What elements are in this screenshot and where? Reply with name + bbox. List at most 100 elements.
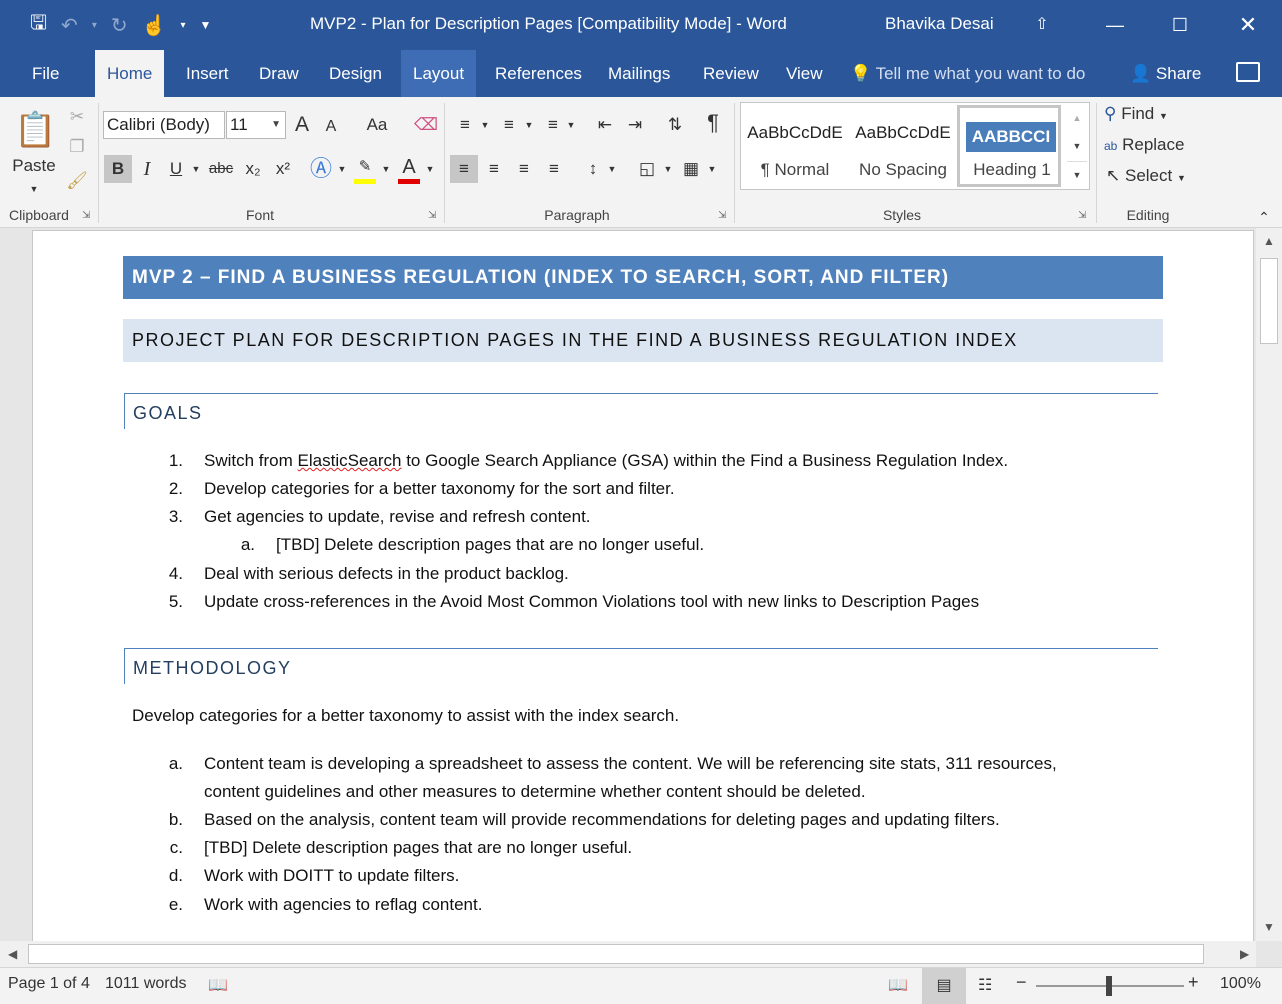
style-no-spacing[interactable]: AaBbCcDdE No Spacing [851,105,955,187]
maximize-icon[interactable]: ☐ [1160,8,1200,42]
redo-icon[interactable]: ↻ [111,13,128,38]
align-center-icon[interactable]: ≡ [481,155,507,183]
ribbon-display-options-icon[interactable]: ⇧ [1022,8,1062,42]
user-name[interactable]: Bhavika Desai [885,14,994,34]
tab-mailings[interactable]: Mailings [596,50,682,97]
document-page[interactable]: MVP 2 – FIND A BUSINESS REGULATION (INDE… [32,230,1254,941]
numbering-dropdown-icon[interactable]: ▼ [524,111,534,139]
styles-scroll-up-icon[interactable]: ▲ [1067,105,1087,131]
text-effects-icon[interactable]: Ⓐ [308,155,334,183]
superscript-button[interactable]: x² [270,155,296,183]
styles-more-icon[interactable]: ▼ [1067,161,1087,187]
scroll-right-icon[interactable]: ▶ [1240,947,1249,961]
touch-dropdown-icon[interactable]: ▾ [181,20,186,31]
align-left-icon[interactable]: ≡ [450,155,478,183]
grow-font-icon[interactable]: A [290,111,314,139]
underline-dropdown-icon[interactable]: ▼ [190,155,202,183]
shading-dropdown-icon[interactable]: ▼ [662,155,674,183]
undo-dropdown-icon[interactable]: ▾ [92,20,97,31]
multilevel-list-icon[interactable]: ≡ [540,111,566,139]
share-button[interactable]: 👤 Share [1130,50,1201,97]
touch-mode-icon[interactable]: ☝ [142,13,167,38]
paragraph-launcher-icon[interactable]: ⇲ [718,210,726,221]
replace-button[interactable]: ab Replace [1104,131,1198,159]
comments-icon[interactable] [1236,62,1260,82]
font-launcher-icon[interactable]: ⇲ [428,210,436,221]
copy-icon[interactable]: ❐ [64,133,90,161]
numbering-icon[interactable]: ≡ [496,111,522,139]
strikethrough-button[interactable]: abc [206,155,236,183]
underline-button[interactable]: U [164,155,188,183]
shading-icon[interactable]: ◱ [634,155,660,183]
line-spacing-dropdown-icon[interactable]: ▼ [606,155,618,183]
font-size-dropdown-icon[interactable]: ▼ [271,112,281,138]
tab-review[interactable]: Review [691,50,771,97]
font-size-box[interactable]: 11 ▼ [226,111,286,139]
italic-button[interactable]: I [136,155,158,183]
highlight-icon[interactable]: ✎ [352,153,378,184]
multilevel-dropdown-icon[interactable]: ▼ [566,111,576,139]
show-formatting-icon[interactable]: ¶ [700,109,726,137]
borders-dropdown-icon[interactable]: ▼ [706,155,718,183]
close-icon[interactable]: ✕ [1228,8,1268,42]
sort-icon[interactable]: ⇅ [662,111,688,139]
style-heading-1[interactable]: AABBCCI Heading 1 [957,105,1061,187]
zoom-level[interactable]: 100% [1220,975,1261,993]
zoom-slider-thumb[interactable] [1106,976,1112,996]
tab-design[interactable]: Design [317,50,394,97]
read-mode-icon[interactable]: 📖 [888,975,908,995]
paste-dropdown-icon[interactable]: ▼ [22,175,46,203]
horizontal-scroll-thumb[interactable] [28,944,1204,964]
minimize-icon[interactable]: — [1095,8,1135,42]
font-name-box[interactable]: Calibri (Body) [103,111,225,139]
decrease-indent-icon[interactable]: ⇤ [592,111,618,139]
scroll-down-icon[interactable]: ▼ [1263,920,1275,934]
tab-layout[interactable]: Layout [401,50,477,97]
find-button[interactable]: ⚲ Find ▼ [1104,100,1194,128]
page-count[interactable]: Page 1 of 4 [8,975,90,993]
save-icon[interactable]: 🖫 [30,8,47,42]
undo-icon[interactable]: ↶ [61,13,78,38]
tab-view[interactable]: View [774,50,835,97]
select-button[interactable]: ↖ Select ▼ [1106,162,1196,190]
scroll-up-icon[interactable]: ▲ [1263,234,1275,248]
line-spacing-icon[interactable]: ↕ [580,155,606,183]
clear-formatting-icon[interactable]: ⌫ [414,111,438,139]
web-layout-icon[interactable]: ☷ [978,975,992,995]
bullets-icon[interactable]: ≡ [452,111,478,139]
justify-icon[interactable]: ≡ [541,155,567,183]
tab-references[interactable]: References [483,50,594,97]
styles-scroll-down-icon[interactable]: ▼ [1067,133,1087,159]
change-case-icon[interactable]: Aa [357,111,397,139]
format-painter-icon[interactable]: 🖌 [64,167,90,195]
collapse-ribbon-icon[interactable]: ⌃ [1254,203,1274,231]
increase-indent-icon[interactable]: ⇥ [622,111,648,139]
word-count[interactable]: 1011 words [105,975,187,993]
subscript-button[interactable]: x₂ [240,155,266,183]
zoom-out-icon[interactable]: − [1016,972,1027,993]
scroll-left-icon[interactable]: ◀ [8,947,17,961]
paste-icon[interactable]: 📋 [14,105,56,155]
style-normal[interactable]: AaBbCcDdE ¶ Normal [743,105,847,187]
zoom-in-icon[interactable]: + [1188,972,1199,993]
font-color-dropdown-icon[interactable]: ▼ [424,155,436,183]
clipboard-launcher-icon[interactable]: ⇲ [82,210,90,221]
vertical-scrollbar[interactable]: ▲ ▼ [1256,228,1282,941]
tab-draw[interactable]: Draw [247,50,311,97]
proofing-icon[interactable]: 📖 [208,975,228,995]
align-right-icon[interactable]: ≡ [511,155,537,183]
customize-qat-icon[interactable]: ▼ [200,18,212,32]
shrink-font-icon[interactable]: A [320,113,342,141]
highlight-dropdown-icon[interactable]: ▼ [380,155,392,183]
horizontal-scrollbar[interactable]: ◀ ▶ [0,941,1256,967]
tab-insert[interactable]: Insert [174,50,241,97]
bullets-dropdown-icon[interactable]: ▼ [480,111,490,139]
tab-home[interactable]: Home [95,50,165,97]
font-color-icon[interactable]: A [396,153,422,184]
styles-launcher-icon[interactable]: ⇲ [1078,210,1086,221]
bold-button[interactable]: B [104,155,132,183]
print-layout-icon[interactable]: ▤ [922,968,966,1004]
cut-icon[interactable]: ✂ [64,103,90,131]
borders-icon[interactable]: ▦ [678,155,704,183]
tab-file[interactable]: File [20,50,71,97]
